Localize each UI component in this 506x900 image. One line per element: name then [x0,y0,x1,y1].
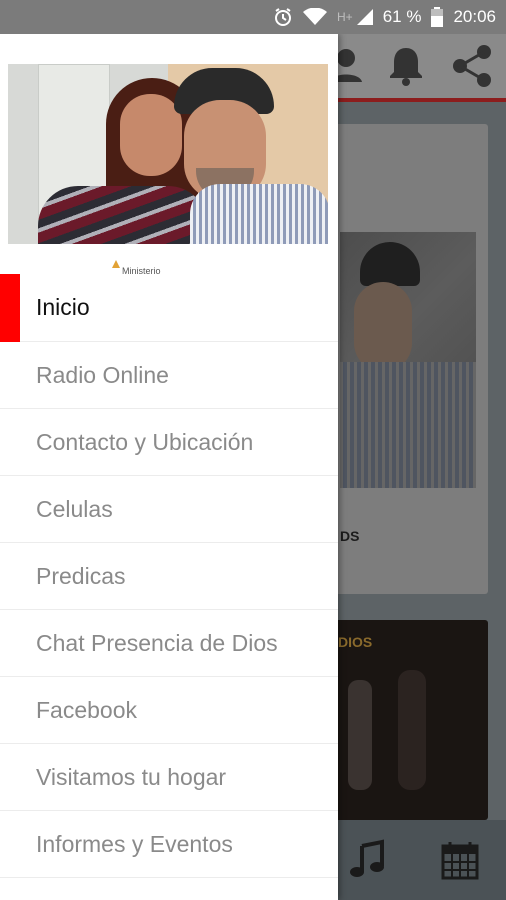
menu-item-inicio[interactable]: Inicio [0,274,338,342]
menu-item-informes[interactable]: Informes y Eventos [0,811,338,878]
menu-item-label: Radio Online [36,361,169,388]
menu-item-contacto[interactable]: Contacto y Ubicación [0,409,338,476]
battery-percent: 61 % [382,7,422,26]
menu-item-label: Chat Presencia de Dios [36,629,278,656]
battery-icon [431,7,444,27]
alarm-icon [273,7,293,27]
card-photo [340,232,476,488]
drawer-menu: Inicio Radio Online Contacto y Ubicación… [0,274,338,878]
music-note-icon[interactable] [346,838,390,882]
menu-item-label: Informes y Eventos [36,830,233,857]
menu-item-label: Visitamos tu hogar [36,763,227,790]
signal-icon [356,9,373,25]
navigation-drawer: Ministerio Inicio Radio Online Contacto … [0,34,338,900]
status-bar: H+ 61 % 20:06 [0,0,506,34]
menu-item-facebook[interactable]: Facebook [0,677,338,744]
ministry-logo-text: Ministerio [122,266,161,274]
menu-item-chat[interactable]: Chat Presencia de Dios [0,610,338,677]
radio-card-title: DIOS [338,634,373,650]
card-logo-text: DS [340,528,360,544]
menu-item-radio-online[interactable]: Radio Online [0,342,338,409]
network-type: H+ [337,10,353,24]
ministry-logo-icon [112,260,120,268]
content-card[interactable]: DS [318,124,488,594]
status-icons: H+ 61 % 20:06 [273,0,496,34]
menu-item-label: Inicio [36,294,90,320]
menu-item-visitamos[interactable]: Visitamos tu hogar [0,744,338,811]
menu-item-label: Predicas [36,562,126,589]
bell-icon[interactable] [382,42,430,90]
microphone-image-2 [398,670,426,790]
header-photo [8,64,328,244]
menu-item-predicas[interactable]: Predicas [0,543,338,610]
menu-item-label: Contacto y Ubicación [36,428,254,455]
menu-item-label: Facebook [36,696,138,723]
calendar-icon[interactable] [438,838,482,882]
drawer-header: Ministerio [0,34,338,274]
clock: 20:06 [453,7,496,26]
menu-item-label: Celulas [36,495,113,522]
microphone-image [348,680,372,790]
active-marker [0,274,20,342]
radio-card[interactable]: DIOS [318,620,488,820]
share-icon[interactable] [448,42,496,90]
menu-item-celulas[interactable]: Celulas [0,476,338,543]
wifi-icon [303,8,328,26]
